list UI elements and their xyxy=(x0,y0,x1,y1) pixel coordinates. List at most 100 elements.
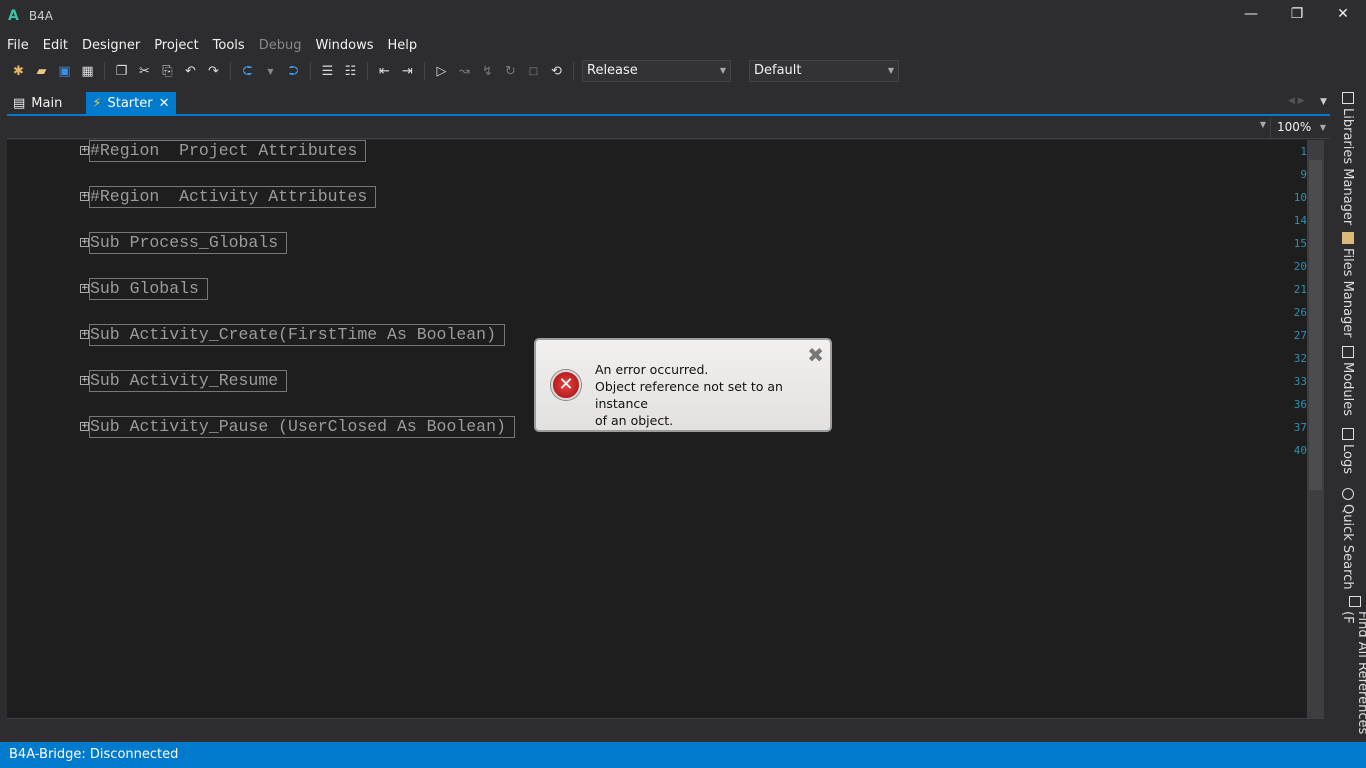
open-folder-icon[interactable]: ▰ xyxy=(33,63,50,80)
chevron-down-icon[interactable]: ▼ xyxy=(1260,120,1266,129)
sidebar-label: Libraries Manager xyxy=(1340,108,1355,226)
collapsed-code-block[interactable]: #Region Project Attributes xyxy=(89,140,367,162)
copy-icon[interactable]: ❐ xyxy=(113,63,130,80)
restart-icon[interactable]: ⟲ xyxy=(548,63,565,80)
libraries-icon xyxy=(1341,92,1354,104)
line-number: 40 xyxy=(1293,444,1307,457)
menu-edit[interactable]: Edit xyxy=(36,36,75,56)
device-value: Default xyxy=(754,63,802,78)
expand-region-icon[interactable]: + xyxy=(80,192,89,201)
menu-bar: File Edit Designer Project Tools Debug W… xyxy=(0,36,424,56)
redo-icon[interactable]: ↷ xyxy=(205,63,222,80)
scrollbar-thumb[interactable] xyxy=(1309,160,1322,490)
cut-icon[interactable]: ✂ xyxy=(136,63,153,80)
module-icon: ▤ xyxy=(13,95,26,111)
navigate-back-icon[interactable]: ⮈ xyxy=(239,63,256,80)
chevron-down-icon: ▼ xyxy=(719,66,726,75)
menu-debug[interactable]: Debug xyxy=(252,36,309,56)
toolbar: ✱ ▰ ▣ ▦ ❐ ✂ ⎘ ↶ ↷ ⮈ ▼ ⮊ ☰ ☷ ⇤ ⇥ ▷ ↝ ↯ ↻ … xyxy=(10,60,899,82)
expand-region-icon[interactable]: + xyxy=(80,146,89,155)
device-select[interactable]: Default ▼ xyxy=(749,60,899,82)
tab-list-icon[interactable]: ▼ xyxy=(1320,97,1327,107)
collapsed-code-block[interactable]: #Region Activity Attributes xyxy=(89,186,377,208)
collapsed-code-block[interactable]: Sub Activity_Pause (UserClosed As Boolea… xyxy=(89,416,515,438)
zoom-select[interactable]: 100% ▼ xyxy=(1270,117,1330,138)
window-title: B4A xyxy=(28,9,53,23)
error-message: An error occurred. Object reference not … xyxy=(595,361,830,429)
expand-region-icon[interactable]: + xyxy=(80,238,89,247)
new-file-icon[interactable]: ✱ xyxy=(10,63,27,80)
vertical-scrollbar[interactable] xyxy=(1307,140,1324,718)
sidebar-find-all-references[interactable]: Find All References (F xyxy=(1340,596,1366,736)
menu-project[interactable]: Project xyxy=(147,36,205,56)
line-number: 27 xyxy=(1293,329,1307,342)
undo-icon[interactable]: ↶ xyxy=(182,63,199,80)
paste-icon[interactable]: ⎘ xyxy=(159,63,176,80)
zoom-value: 100% xyxy=(1277,120,1312,134)
expand-region-icon[interactable]: + xyxy=(80,376,89,385)
sidebar-files-manager[interactable]: Files Manager xyxy=(1340,232,1355,338)
step-into-icon[interactable]: ↯ xyxy=(479,63,496,80)
error-title: An error occurred. xyxy=(595,362,709,377)
sidebar-modules[interactable]: Modules xyxy=(1340,346,1355,416)
menu-designer[interactable]: Designer xyxy=(75,36,147,56)
expand-region-icon[interactable]: + xyxy=(80,330,89,339)
status-bar: B4A-Bridge: Disconnected xyxy=(0,742,1366,768)
menu-tools[interactable]: Tools xyxy=(206,36,252,56)
error-detail: Object reference not set to an instance xyxy=(595,379,783,411)
line-number: 26 xyxy=(1293,306,1307,319)
tab-starter[interactable]: ⚡ Starter ✕ xyxy=(86,92,176,114)
collapsed-code-block[interactable]: Sub Activity_Resume xyxy=(89,370,288,392)
error-icon: ✕ xyxy=(551,370,581,400)
expand-region-icon[interactable]: + xyxy=(80,284,89,293)
tab-scroll-left-icon[interactable]: ◀ ▶ xyxy=(1288,96,1305,106)
step-out-icon[interactable]: ↻ xyxy=(502,63,519,80)
lightning-icon: ⚡ xyxy=(92,95,102,111)
sidebar-libraries-manager[interactable]: Libraries Manager xyxy=(1340,92,1355,225)
logs-icon xyxy=(1341,428,1354,440)
close-tab-icon[interactable]: ✕ xyxy=(159,96,170,111)
build-config-select[interactable]: Release ▼ xyxy=(582,60,731,82)
comment-icon[interactable]: ☰ xyxy=(319,63,336,80)
sidebar-logs[interactable]: Logs xyxy=(1340,428,1355,474)
save-all-icon[interactable]: ▦ xyxy=(79,63,96,80)
line-number: 37 xyxy=(1293,421,1307,434)
folder-icon xyxy=(1341,232,1354,244)
navigation-bar: ▼ 100% ▼ xyxy=(7,117,1330,139)
menu-file[interactable]: File xyxy=(0,36,36,56)
line-number: 10 xyxy=(1293,191,1307,204)
close-button[interactable]: ✕ xyxy=(1328,6,1358,26)
menu-windows[interactable]: Windows xyxy=(308,36,380,56)
collapsed-code-block[interactable]: Sub Globals xyxy=(89,278,208,300)
navigate-forward-icon[interactable]: ⮊ xyxy=(285,63,302,80)
line-number: 14 xyxy=(1293,214,1307,227)
horizontal-scrollbar[interactable] xyxy=(7,718,1324,735)
tab-main[interactable]: ▤ Main xyxy=(7,92,68,114)
run-icon[interactable]: ▷ xyxy=(433,63,450,80)
stop-icon[interactable]: □ xyxy=(525,63,542,80)
menu-help[interactable]: Help xyxy=(381,36,425,56)
line-number: 15 xyxy=(1293,237,1307,250)
sidebar-quick-search[interactable]: Quick Search xyxy=(1340,488,1355,590)
chevron-down-icon[interactable]: ▼ xyxy=(262,63,279,80)
collapsed-code-block[interactable]: Sub Process_Globals xyxy=(89,232,288,254)
toolbar-separator xyxy=(573,62,574,80)
line-number: 36 xyxy=(1293,398,1307,411)
indent-icon[interactable]: ⇥ xyxy=(399,63,416,80)
restore-button[interactable]: ❐ xyxy=(1282,6,1312,26)
line-number: 9 xyxy=(1300,168,1307,181)
uncomment-icon[interactable]: ☷ xyxy=(342,63,359,80)
minimize-button[interactable]: — xyxy=(1236,6,1266,26)
expand-region-icon[interactable]: + xyxy=(80,422,89,431)
sidebar-label: Logs xyxy=(1340,444,1355,474)
outdent-icon[interactable]: ⇤ xyxy=(376,63,393,80)
sidebar-label: Modules xyxy=(1340,362,1355,417)
chevron-down-icon: ▼ xyxy=(887,66,894,75)
title-bar: A B4A — ❐ ✕ xyxy=(0,0,1366,32)
collapsed-code-block[interactable]: Sub Activity_Create(FirstTime As Boolean… xyxy=(89,324,505,346)
save-icon[interactable]: ▣ xyxy=(56,63,73,80)
build-config-value: Release xyxy=(587,63,638,78)
toolbar-separator xyxy=(367,62,368,80)
line-number: 32 xyxy=(1293,352,1307,365)
step-over-icon[interactable]: ↝ xyxy=(456,63,473,80)
